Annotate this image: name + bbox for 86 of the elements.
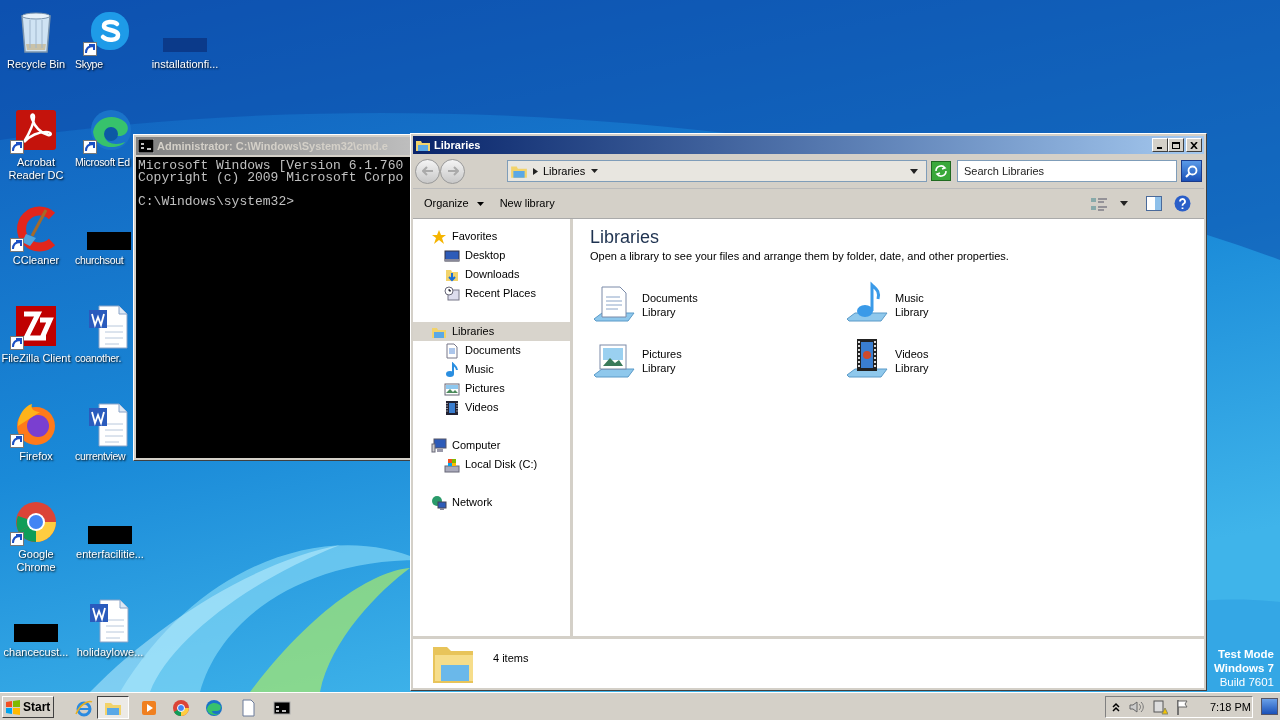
network-icon — [431, 494, 447, 511]
item-count: 4 items — [493, 651, 529, 665]
edition-text: Windows 7 — [1214, 661, 1274, 675]
music-note-icon — [444, 361, 460, 378]
edition-text: Build 7601 — [1219, 675, 1274, 689]
windows-logo-icon — [5, 699, 21, 715]
close-icon — [1190, 141, 1198, 149]
media-player-icon — [140, 698, 158, 717]
pictures-icon — [444, 380, 460, 397]
desktop-icon-label[interactable]: Microsoft Ed — [72, 156, 130, 169]
nav-item[interactable]: Documents — [413, 341, 570, 360]
refresh-icon — [934, 165, 948, 177]
desktop-icon-label[interactable]: Recycle Bin — [6, 58, 66, 71]
nav-item[interactable]: Pictures — [413, 379, 570, 398]
library-item[interactable]: Pictures Library — [590, 333, 843, 389]
dropdown-arrow-icon[interactable] — [910, 168, 918, 174]
library-item[interactable]: Videos Library — [843, 333, 1096, 389]
console-line: Microsoft Windows [Version 6.1.760 — [138, 160, 405, 172]
nav-item[interactable]: Libraries — [413, 322, 570, 341]
document-icon — [239, 698, 257, 717]
library-item[interactable]: Music Library — [843, 277, 1096, 333]
search-icon — [1185, 164, 1198, 178]
document-icon — [444, 342, 460, 359]
desktop-icon-label[interactable]: currentview — [72, 450, 126, 463]
page-heading: Libraries — [590, 226, 661, 249]
nav-item[interactable]: Desktop — [413, 246, 570, 265]
refresh-button[interactable] — [931, 161, 951, 181]
console-icon — [138, 139, 154, 153]
nav-item[interactable]: Network — [413, 493, 570, 512]
internet-explorer-icon — [75, 698, 93, 717]
desktop-icon-label[interactable]: FileZilla Client — [1, 352, 71, 365]
back-arrow-icon — [421, 166, 434, 176]
desktop-icon-label[interactable]: CCleaner — [12, 254, 60, 267]
preview-pane-icon[interactable] — [1146, 196, 1162, 211]
chrome-icon — [172, 698, 190, 717]
star-icon — [431, 228, 447, 245]
local-disk-icon — [444, 456, 460, 473]
speaker-icon[interactable] — [1128, 699, 1144, 715]
caret-icon — [476, 201, 484, 206]
edge-icon — [205, 698, 223, 717]
console-prompt: C:\Windows\system32> — [138, 196, 296, 208]
nav-item[interactable]: Local Disk (C:) — [413, 455, 570, 474]
console-icon — [273, 698, 291, 717]
desktop-icon-label[interactable]: Skype — [72, 58, 103, 71]
desktop-icon-label[interactable]: churchsout — [72, 254, 124, 267]
caret-icon[interactable] — [1120, 201, 1128, 206]
breadcrumb-button[interactable]: Libraries — [543, 162, 599, 180]
toolbar-button[interactable]: Organize — [416, 191, 492, 216]
desktop-icon-label[interactable]: coanother. — [72, 352, 122, 365]
flag-icon[interactable] — [1176, 699, 1190, 715]
address-bar[interactable]: Libraries — [507, 160, 927, 182]
recent-places-icon — [444, 285, 460, 302]
nav-item[interactable]: Favorites — [413, 227, 570, 246]
nav-item[interactable]: Videos — [413, 398, 570, 417]
film-strip-icon — [444, 399, 460, 416]
desktop-icon-label[interactable]: Acrobat Reader DC — [8, 156, 64, 182]
nav-item[interactable]: Recent Places — [413, 284, 570, 303]
search-field[interactable]: Search Libraries — [957, 160, 1177, 182]
toolbar-button[interactable]: New library — [491, 191, 563, 216]
desktop-icon — [444, 247, 460, 264]
forward-arrow-icon — [446, 166, 459, 176]
search-button[interactable] — [1181, 160, 1202, 182]
desktop-icon-label[interactable]: Firefox — [19, 450, 53, 463]
start-button[interactable]: Start — [2, 696, 54, 718]
maximize-icon — [1172, 141, 1180, 149]
library-item[interactable]: Documents Library — [590, 277, 843, 333]
desktop-icon-label[interactable]: installationfi... — [151, 58, 219, 71]
console-line: Copyright (c) 2009 Microsoft Corpo — [138, 172, 405, 184]
computer-icon — [431, 437, 447, 454]
nav-item[interactable]: Computer — [413, 436, 570, 455]
nav-item[interactable]: Music — [413, 360, 570, 379]
window-title: Administrator: C:\Windows\System32\cmd.e — [157, 138, 388, 154]
show-desktop-button[interactable] — [1261, 698, 1278, 715]
edition-text: Test Mode — [1218, 647, 1274, 661]
description-text: Open a library to see your files and arrange them by folder, date, and other properties. — [590, 249, 1010, 263]
minimize-button[interactable] — [1152, 138, 1168, 152]
window-title: Libraries — [434, 137, 481, 153]
clock[interactable]: 7:18 PM — [1210, 698, 1251, 716]
maximize-button[interactable] — [1168, 138, 1184, 152]
close-button[interactable] — [1186, 138, 1202, 152]
chevron-up-icon[interactable] — [1112, 702, 1120, 712]
help-icon[interactable] — [1174, 195, 1191, 212]
nav-item[interactable]: Downloads — [413, 265, 570, 284]
caret-icon — [591, 169, 599, 173]
taskbar-button[interactable] — [97, 696, 129, 719]
chevron-icon — [533, 167, 538, 175]
